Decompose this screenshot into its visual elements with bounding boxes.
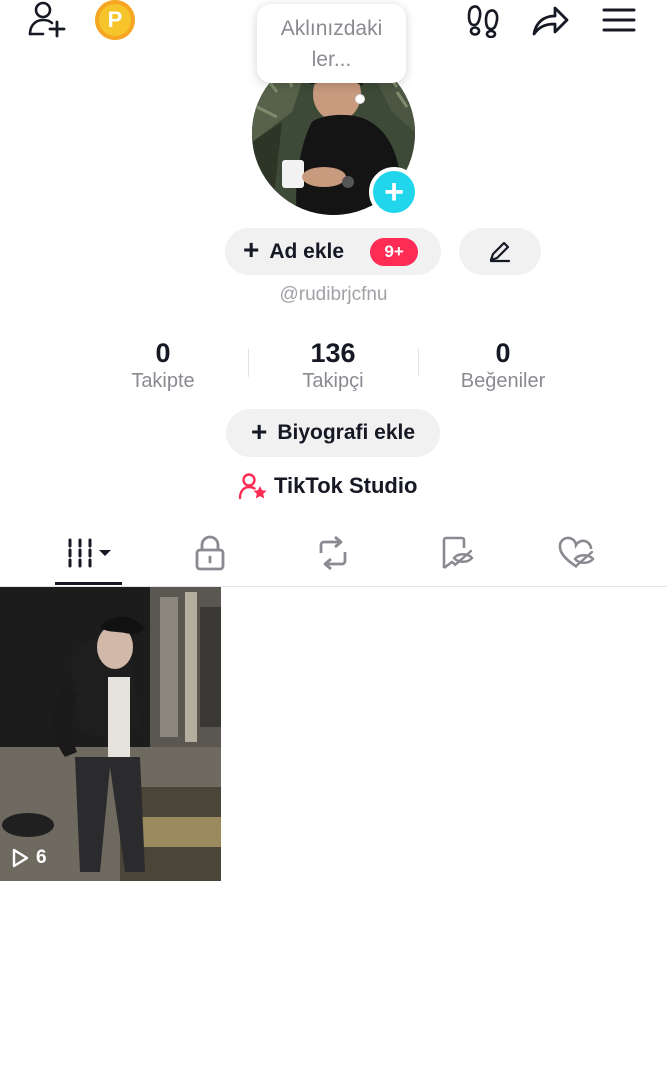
plus-icon: + — [250, 415, 268, 447]
menu-icon — [602, 8, 636, 32]
pencil-icon — [489, 241, 511, 262]
plus-icon: + — [243, 234, 260, 265]
tiktok-studio-label: TikTok Studio — [274, 473, 418, 498]
following-stat[interactable]: 0 Takipte — [83, 338, 243, 393]
menu-button[interactable] — [597, 0, 641, 40]
play-icon — [12, 848, 29, 868]
tab-favorites[interactable] — [418, 527, 498, 579]
note-pointer — [355, 94, 365, 104]
tiktok-studio-link[interactable]: TikTok Studio — [238, 470, 438, 502]
add-bio-button[interactable]: + Biyografi ekle — [226, 409, 440, 457]
heart-hidden-icon — [558, 536, 595, 569]
note-text-line2: ler... — [311, 47, 352, 71]
creator-star-icon — [238, 473, 267, 500]
active-tab-indicator — [55, 582, 122, 585]
add-name-button[interactable]: + Ad ekle 9+ — [225, 228, 441, 275]
likes-label: Beğeniler — [460, 370, 546, 392]
notification-badge: 9+ — [370, 237, 419, 266]
tab-videos[interactable] — [52, 527, 132, 579]
add-name-label: Ad ekle — [269, 239, 345, 263]
stat-divider — [248, 349, 249, 377]
coin-button[interactable]: P — [95, 0, 135, 40]
tab-reposts[interactable] — [293, 527, 373, 579]
lock-icon — [195, 535, 225, 571]
grid-videos-icon — [68, 538, 111, 568]
followers-label: Takipçi — [302, 370, 364, 392]
likes-stat[interactable]: 0 Beğeniler — [423, 338, 583, 393]
followers-stat[interactable]: 136 Takipçi — [253, 338, 413, 393]
following-label: Takipte — [131, 370, 195, 392]
note-text-line1: Aklınızdaki — [280, 16, 383, 40]
video-thumbnail[interactable] — [0, 587, 221, 881]
share-profile-button[interactable] — [527, 0, 573, 40]
add-friend-icon — [28, 1, 66, 38]
username: @rudibrjcfnu — [279, 284, 388, 305]
share-icon — [532, 6, 569, 36]
stat-divider — [418, 349, 419, 377]
add-story-button[interactable]: + — [369, 167, 419, 217]
video-view-count: 6 — [10, 847, 47, 869]
coin-icon: P — [107, 7, 123, 32]
following-count: 0 — [155, 338, 171, 368]
likes-count: 0 — [495, 338, 511, 368]
edit-profile-button[interactable] — [459, 228, 541, 275]
tab-private[interactable] — [170, 527, 250, 579]
followers-count: 136 — [310, 338, 356, 368]
add-bio-label: Biyografi ekle — [277, 421, 416, 444]
video-thumbnail-image — [0, 587, 221, 881]
profile-views-button[interactable] — [462, 0, 506, 40]
add-friend-button[interactable] — [22, 0, 72, 40]
bookmark-hidden-icon — [442, 536, 474, 570]
view-count-text: 6 — [36, 847, 47, 868]
footprint-icon — [467, 5, 499, 38]
tab-liked[interactable] — [538, 527, 618, 579]
repost-icon — [319, 535, 347, 571]
plus-icon: + — [384, 173, 404, 211]
note-bubble[interactable]: Aklınızdaki ler... — [257, 4, 406, 104]
